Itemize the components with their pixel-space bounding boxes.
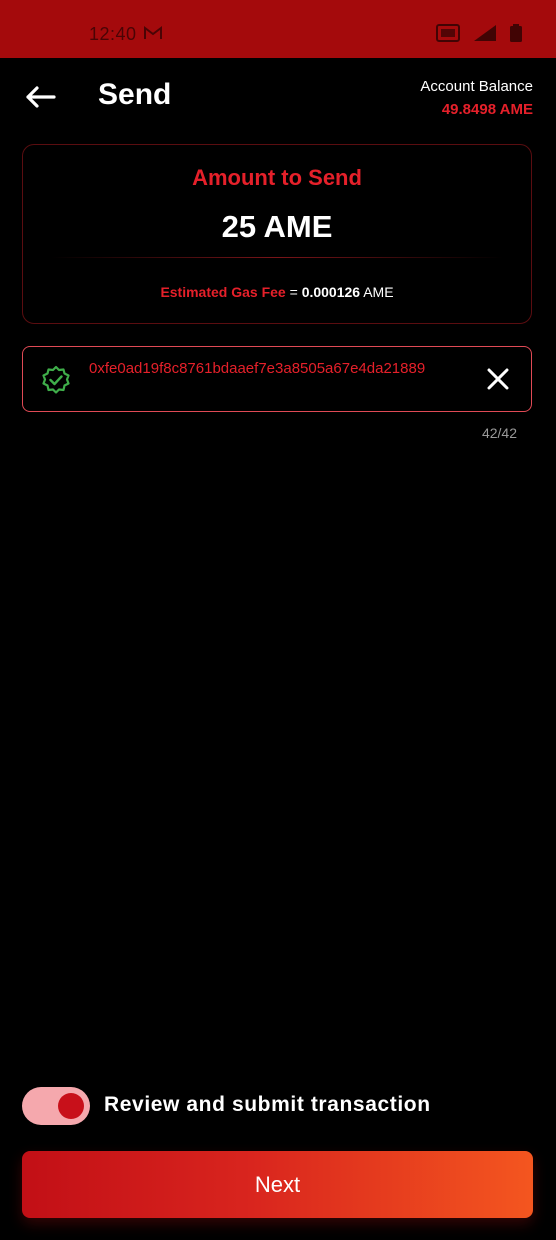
recipient-address-value: 0xfe0ad19f8c8761bdaaef7e3a8505a67e4da218…	[89, 360, 426, 377]
character-counter: 42/42	[481, 425, 517, 441]
back-button[interactable]	[22, 80, 58, 114]
amount-value: 25 AME	[221, 209, 333, 244]
status-bar: 12:40	[0, 0, 556, 58]
toggle-knob	[58, 1093, 84, 1119]
gas-fee-label: Estimated Gas Fee	[160, 284, 286, 300]
next-button-label: Next	[254, 1172, 301, 1197]
gmail-icon	[144, 26, 162, 39]
review-toggle-label[interactable]: Review and submit transaction	[104, 1093, 431, 1117]
send-screen: 12:40 Send Account Balance 49.8498 AME A…	[0, 0, 556, 1240]
arrow-left-icon	[26, 86, 56, 108]
next-button[interactable]: Next	[22, 1151, 533, 1218]
close-icon[interactable]	[485, 366, 511, 392]
gas-fee-value: 0.000126	[301, 284, 361, 300]
signal-icon	[474, 25, 496, 41]
status-icons	[436, 24, 522, 42]
divider	[51, 257, 503, 258]
volte-icon	[436, 24, 460, 42]
page-title: Send	[98, 78, 172, 111]
gas-fee-equals: =	[285, 284, 302, 300]
account-balance-value: 49.8498 AME	[441, 101, 533, 118]
recipient-address-field[interactable]: 0xfe0ad19f8c8761bdaaef7e3a8505a67e4da218…	[22, 346, 532, 412]
battery-icon	[510, 24, 522, 42]
review-toggle[interactable]	[22, 1087, 90, 1125]
gas-fee-unit: AME	[360, 284, 394, 300]
gas-fee-line: Estimated Gas Fee = 0.000126 AME	[23, 284, 531, 300]
verified-badge-icon	[42, 365, 70, 394]
account-balance-label: Account Balance	[420, 78, 533, 95]
amount-label: Amount to Send	[192, 165, 362, 190]
status-time: 12:40	[89, 24, 137, 44]
amount-card: Amount to Send 25 AME Estimated Gas Fee …	[22, 144, 532, 324]
